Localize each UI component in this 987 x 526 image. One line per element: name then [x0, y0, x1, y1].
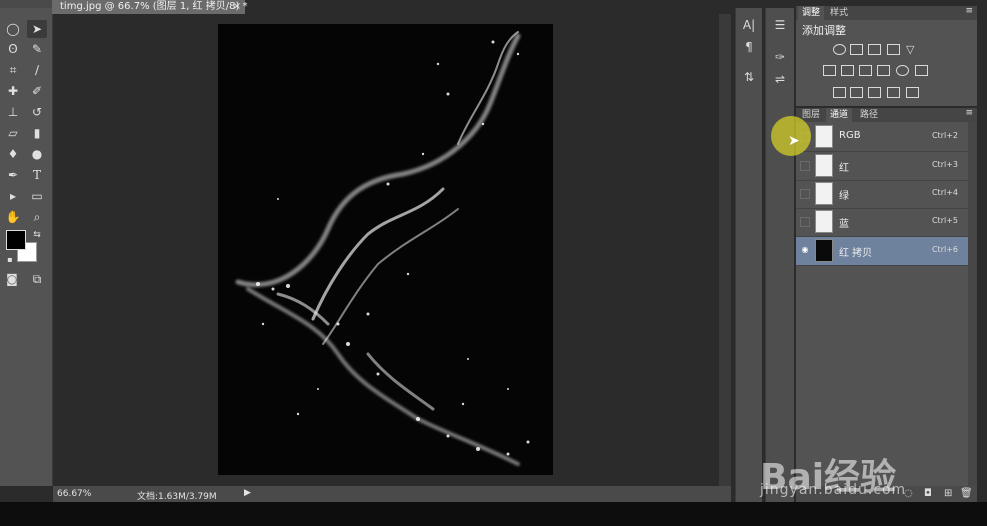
- blur-tool-icon[interactable]: ♦: [3, 145, 23, 163]
- channel-row-rgb[interactable]: RGB Ctrl+2: [796, 123, 968, 152]
- brush-tool-icon[interactable]: ✐: [27, 82, 47, 100]
- brightness-icon[interactable]: [833, 44, 846, 55]
- channel-shortcut: Ctrl+5: [931, 216, 958, 225]
- vibrance-icon[interactable]: ▽: [906, 44, 919, 55]
- mouse-cursor-icon: ➤: [788, 133, 800, 149]
- type-tool-icon[interactable]: T: [27, 166, 47, 184]
- channels-scrollbar[interactable]: [968, 122, 977, 486]
- curves-icon[interactable]: [868, 44, 881, 55]
- channel-name: 红 拷贝: [839, 248, 873, 259]
- color-lookup-icon[interactable]: [915, 65, 928, 76]
- crop-tool-icon[interactable]: ⌗: [3, 61, 23, 79]
- water-splash-image: [235, 31, 530, 466]
- adjustments-heading: 添加调整: [802, 24, 846, 37]
- eyedropper-tool-icon[interactable]: ∕: [27, 61, 47, 79]
- selective-color-icon[interactable]: [887, 87, 900, 98]
- bottom-bar: [0, 502, 987, 526]
- document-image[interactable]: [218, 24, 553, 475]
- zoom-level[interactable]: 66.67%: [57, 489, 91, 499]
- photo-filter-icon[interactable]: [877, 65, 890, 76]
- tab-paths[interactable]: 路径: [856, 108, 882, 122]
- channel-row-red[interactable]: 红 Ctrl+3: [796, 152, 968, 181]
- channel-visibility-toggle[interactable]: [800, 161, 810, 171]
- channel-thumbnail: [815, 154, 833, 177]
- tool-presets-panel-icon[interactable]: ⇌: [766, 72, 794, 86]
- channel-thumbnail: [815, 210, 833, 233]
- invert-icon[interactable]: [833, 87, 846, 98]
- document-info: 文档:1.63M/3.79M: [137, 492, 217, 502]
- tab-styles[interactable]: 样式: [826, 6, 852, 20]
- channel-name: 绿: [839, 191, 849, 202]
- foreground-color-swatch[interactable]: [6, 230, 26, 250]
- path-select-tool-icon[interactable]: ▸: [3, 187, 23, 205]
- healing-tool-icon[interactable]: ✚: [3, 82, 23, 100]
- status-bar: 66.67% 文档:1.63M/3.79M ▶: [53, 486, 731, 502]
- lasso-tool-icon[interactable]: ʘ: [3, 40, 23, 58]
- panel-menu-icon[interactable]: ≡: [965, 108, 973, 118]
- channel-thumbnail: [815, 182, 833, 205]
- channel-row-red-copy[interactable]: ◉ 红 拷贝 Ctrl+6: [796, 237, 968, 266]
- document-tab-title: timg.jpg @ 66.7% (图层 1, 红 拷贝/8) *: [60, 1, 248, 12]
- panel-menu-icon[interactable]: ≡: [965, 6, 973, 16]
- shape-tool-icon[interactable]: ▭: [27, 187, 47, 205]
- threshold-icon[interactable]: [868, 87, 881, 98]
- eraser-tool-icon[interactable]: ▱: [3, 124, 23, 142]
- gradient-map-icon[interactable]: [906, 87, 919, 98]
- channel-visibility-toggle[interactable]: [800, 217, 810, 227]
- black-white-icon[interactable]: [859, 65, 872, 76]
- pen-tool-icon[interactable]: ✒: [3, 166, 23, 184]
- dodge-tool-icon[interactable]: ●: [27, 145, 47, 163]
- channel-shortcut: Ctrl+3: [931, 160, 958, 169]
- layer-comps-panel-icon[interactable]: ☰: [766, 18, 794, 32]
- color-balance-icon[interactable]: [841, 65, 854, 76]
- gradient-tool-icon[interactable]: ▮: [27, 124, 47, 142]
- quick-select-tool-icon[interactable]: ✎: [27, 40, 47, 58]
- document-tab[interactable]: timg.jpg @ 66.7% (图层 1, 红 拷贝/8) * ×: [52, 0, 248, 14]
- close-tab-icon[interactable]: ×: [233, 0, 241, 14]
- channel-row-blue[interactable]: 蓝 Ctrl+5: [796, 208, 968, 237]
- channel-shortcut: Ctrl+2: [931, 131, 958, 140]
- watermark-url: jingyan.baidu.com: [760, 482, 907, 498]
- zoom-tool-icon[interactable]: ⌕: [27, 208, 47, 226]
- glyphs-panel-icon[interactable]: ⇅: [736, 70, 762, 84]
- move-tool-icon[interactable]: ➤: [27, 20, 47, 38]
- panel-strip-text: A| ¶ ⇅: [735, 8, 762, 502]
- watermark: Bai经验 jingyan.baidu.com: [760, 420, 960, 500]
- channel-shortcut: Ctrl+6: [931, 245, 958, 254]
- exposure-icon[interactable]: [887, 44, 900, 55]
- hue-saturation-icon[interactable]: [823, 65, 836, 76]
- channel-mixer-icon[interactable]: [896, 65, 909, 76]
- channel-thumbnail: [815, 239, 833, 262]
- hand-tool-icon[interactable]: ✋: [3, 208, 23, 226]
- adjustments-tab-row: 调整 样式 ≡: [796, 6, 977, 20]
- delete-channel-icon[interactable]: 🗑: [960, 488, 973, 499]
- paragraph-panel-icon[interactable]: ¶: [736, 40, 762, 54]
- eye-icon[interactable]: ◉: [800, 246, 810, 256]
- levels-icon[interactable]: [850, 44, 863, 55]
- stamp-tool-icon[interactable]: ⊥: [3, 103, 23, 121]
- adjustments-panel: 调整 样式 ≡ 添加调整 ▽: [796, 6, 977, 106]
- channels-tab-row: 图层 通道 路径 ≡: [796, 108, 977, 122]
- channel-thumbnail: [815, 125, 833, 148]
- character-panel-icon[interactable]: A|: [736, 18, 762, 32]
- screen-mode-icon[interactable]: ⧉: [27, 270, 47, 288]
- status-menu-arrow-icon[interactable]: ▶: [244, 488, 251, 498]
- tab-adjustments[interactable]: 调整: [798, 6, 825, 20]
- canvas-vertical-scrollbar[interactable]: [719, 14, 731, 486]
- posterize-icon[interactable]: [850, 87, 863, 98]
- channel-name: 红: [839, 163, 849, 174]
- channel-name: RGB: [839, 130, 861, 141]
- tab-channels[interactable]: 通道: [826, 108, 853, 122]
- channel-shortcut: Ctrl+4: [931, 188, 958, 197]
- brush-presets-panel-icon[interactable]: ✑: [766, 50, 794, 64]
- history-brush-tool-icon[interactable]: ↺: [27, 103, 47, 121]
- toolbox-grip[interactable]: [0, 0, 52, 8]
- channel-row-green[interactable]: 绿 Ctrl+4: [796, 180, 968, 209]
- marquee-tool-icon[interactable]: ◯: [3, 20, 23, 38]
- channel-name: 蓝: [839, 219, 849, 230]
- quick-mask-icon[interactable]: ◙: [2, 270, 22, 288]
- channel-visibility-toggle[interactable]: [800, 189, 810, 199]
